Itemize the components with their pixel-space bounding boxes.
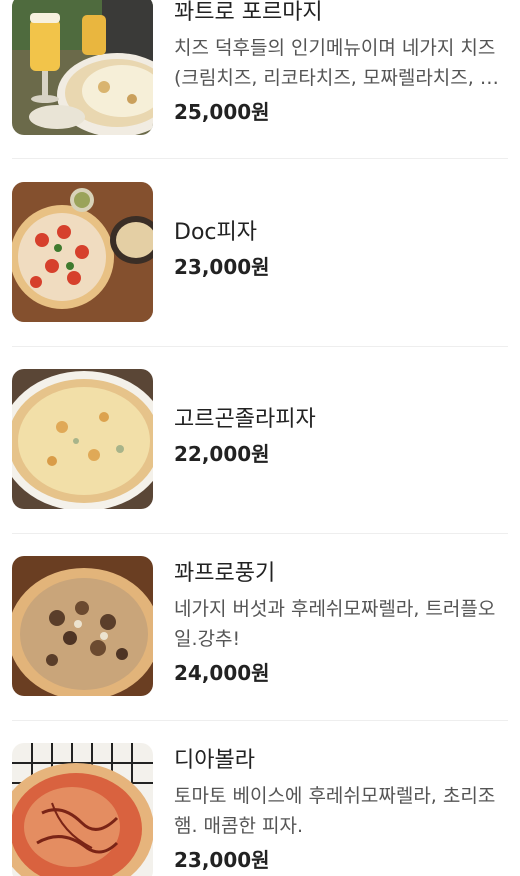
menu-item-image[interactable] [12, 0, 153, 135]
divider [12, 158, 508, 159]
menu-item-price: 23,000원 [174, 848, 270, 872]
menu-item-description: 치즈 덕후들의 인기메뉴이며 네가지 치즈(크림치즈, 리코타치즈, 모짜렐라치… [174, 37, 498, 89]
menu-item-name: 디아볼라 [174, 748, 255, 773]
menu-item-name: Doc피자 [174, 220, 257, 245]
pizza-beer-photo-icon [12, 0, 153, 135]
diavola-pizza-photo-icon [12, 743, 153, 876]
mushroom-pizza-photo-icon [12, 556, 153, 696]
menu-item-price: 22,000원 [174, 442, 270, 466]
gorgonzola-pizza-photo-icon [12, 369, 153, 509]
menu-item-quattro-funghi[interactable]: 꽈프로풍기 네가지 버섯과 후레쉬모짜렐라, 트러플오일.강추! 24,000원 [0, 556, 520, 721]
menu-item-price: 24,000원 [174, 661, 270, 685]
menu-list: 꽈트로 포르마지 치즈 덕후들의 인기메뉴이며 네가지 치즈(크림치즈, 리코타… [0, 0, 520, 876]
menu-item-name: 꽈프로풍기 [174, 561, 276, 586]
menu-item-diavola[interactable]: 디아볼라 토마토 베이스에 후레쉬모짜렐라, 초리조햄. 매콤한 피자. 23,… [0, 743, 520, 876]
menu-item-quattro-formaggi[interactable]: 꽈트로 포르마지 치즈 덕후들의 인기메뉴이며 네가지 치즈(크림치즈, 리코타… [0, 0, 520, 155]
divider [12, 346, 508, 347]
divider [12, 533, 508, 534]
menu-item-image[interactable] [12, 556, 153, 696]
menu-item-info: 꽈프로풍기 네가지 버섯과 후레쉬모짜렐라, 트러플오일.강추! 24,000원 [174, 559, 508, 687]
menu-item-name: 고르곤졸라피자 [174, 407, 316, 432]
menu-item-description: 토마토 베이스에 후레쉬모짜렐라, 초리조햄. 매콤한 피자. [174, 785, 496, 837]
menu-item-image[interactable] [12, 369, 153, 509]
menu-item-doc-pizza[interactable]: Doc피자 23,000원 [0, 182, 520, 347]
menu-item-image[interactable] [12, 743, 153, 876]
menu-item-gorgonzola-pizza[interactable]: 고르곤졸라피자 22,000원 [0, 369, 520, 534]
divider [12, 720, 508, 721]
menu-item-image[interactable] [12, 182, 153, 322]
menu-item-price: 23,000원 [174, 255, 270, 279]
menu-item-description: 네가지 버섯과 후레쉬모짜렐라, 트러플오일.강추! [174, 598, 496, 650]
menu-item-info: 꽈트로 포르마지 치즈 덕후들의 인기메뉴이며 네가지 치즈(크림치즈, 리코타… [174, 0, 508, 126]
menu-item-info: 디아볼라 토마토 베이스에 후레쉬모짜렐라, 초리조햄. 매콤한 피자. 23,… [174, 746, 508, 874]
margherita-pizza-photo-icon [12, 182, 153, 322]
menu-item-info: Doc피자 23,000원 [174, 218, 508, 281]
menu-item-price: 25,000원 [174, 100, 270, 124]
menu-item-info: 고르곤졸라피자 22,000원 [174, 405, 508, 468]
menu-item-name: 꽈트로 포르마지 [174, 0, 323, 25]
